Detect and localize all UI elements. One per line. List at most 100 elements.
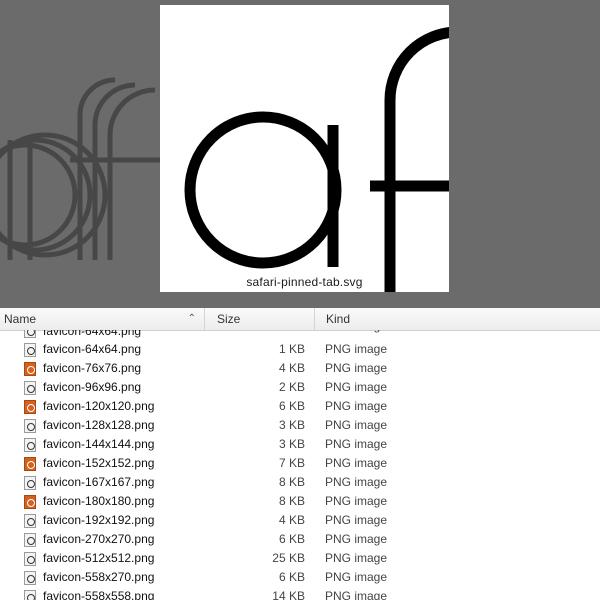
file-kind: PNG image (325, 380, 388, 394)
file-name-cell: favicon-152x152.png (0, 454, 205, 473)
file-size: 6 KB (278, 570, 305, 584)
file-size: 6 KB (278, 399, 305, 413)
file-row[interactable]: favicon-64x64.png PNG image (0, 330, 600, 340)
file-name: favicon-96x96.png (43, 380, 142, 394)
file-name-cell: favicon-192x192.png (0, 511, 205, 530)
file-kind: PNG image (325, 475, 388, 489)
file-row[interactable]: favicon-128x128.png 3 KB PNG image (0, 416, 600, 435)
file-name: favicon-152x152.png (43, 456, 155, 470)
file-name: favicon-192x192.png (43, 513, 155, 527)
file-size: 14 KB (272, 589, 305, 600)
file-name-cell: favicon-128x128.png (0, 416, 205, 435)
file-size: 3 KB (278, 437, 305, 451)
png-file-icon (24, 437, 36, 452)
file-rows: favicon-64x64.pngPNG imagefavicon-64x64.… (0, 330, 600, 600)
file-name-cell: favicon-512x512.png (0, 549, 205, 568)
preview-card: safari-pinned-tab.svg (160, 5, 449, 292)
file-name: favicon-512x512.png (43, 551, 155, 565)
file-name: favicon-64x64.png (43, 330, 142, 338)
file-kind: PNG image (315, 330, 600, 340)
png-file-icon (24, 494, 36, 509)
file-row[interactable]: favicon-144x144.png 3 KB PNG image (0, 435, 600, 454)
png-file-icon (24, 589, 36, 600)
file-name-cell: favicon-180x180.png (0, 492, 205, 511)
preview-filename: safari-pinned-tab.svg (246, 275, 363, 289)
file-name: favicon-128x128.png (43, 418, 155, 432)
column-header-size[interactable]: Size (205, 308, 315, 330)
file-size: 7 KB (278, 456, 305, 470)
file-size: 2 KB (278, 380, 305, 394)
png-file-icon (24, 399, 36, 414)
ghost-logo-image (0, 77, 165, 260)
file-name-cell: favicon-76x76.png (0, 359, 205, 378)
file-name-cell: favicon-167x167.png (0, 473, 205, 492)
file-kind: PNG image (325, 570, 388, 584)
png-file-icon (24, 418, 36, 433)
file-row[interactable]: favicon-512x512.png 25 KB PNG image (0, 549, 600, 568)
file-row[interactable]: favicon-167x167.png 8 KB PNG image (0, 473, 600, 492)
file-row[interactable]: favicon-180x180.png 8 KB PNG image (0, 492, 600, 511)
file-name: favicon-180x180.png (43, 494, 155, 508)
png-file-icon (24, 475, 36, 490)
file-size (205, 330, 315, 340)
file-row[interactable]: favicon-76x76.png 4 KB PNG image (0, 359, 600, 378)
png-file-icon (24, 513, 36, 528)
file-kind: PNG image (325, 361, 388, 375)
file-name-cell: favicon-144x144.png (0, 435, 205, 454)
file-row[interactable]: favicon-558x558.png 14 KB PNG image (0, 587, 600, 600)
file-list: Name ⌃ Size Kind favicon-64x64.png PNG im… (0, 308, 600, 600)
file-row[interactable]: favicon-558x270.png 6 KB PNG image (0, 568, 600, 587)
file-size: 6 KB (278, 532, 305, 546)
file-size: 8 KB (278, 494, 305, 508)
file-row[interactable]: favicon-270x270.png 6 KB PNG image (0, 530, 600, 549)
file-name-cell: favicon-64x64.png (0, 330, 205, 340)
column-header-name-label: Name (4, 312, 37, 326)
file-kind: PNG image (325, 494, 388, 508)
file-name: favicon-64x64.png (43, 342, 142, 356)
file-kind: PNG image (325, 589, 388, 600)
file-kind: PNG image (325, 399, 388, 413)
column-header-size-label: Size (217, 312, 241, 326)
png-file-icon (24, 570, 36, 585)
file-size: 8 KB (278, 475, 305, 489)
file-kind: PNG image (325, 513, 388, 527)
file-name: favicon-558x270.png (43, 570, 155, 584)
file-kind: PNG image (325, 532, 388, 546)
file-size: 3 KB (278, 418, 305, 432)
file-name-cell: favicon-96x96.png (0, 378, 205, 397)
file-name: favicon-270x270.png (43, 532, 155, 546)
column-header-kind[interactable]: Kind (315, 308, 600, 330)
quicklook-preview: safari-pinned-tab.svg (0, 0, 600, 308)
file-row[interactable]: favicon-192x192.png 4 KB PNG image (0, 511, 600, 530)
file-name-cell: favicon-270x270.png (0, 530, 205, 549)
file-name: favicon-76x76.png (43, 361, 142, 375)
file-name: favicon-120x120.png (43, 399, 155, 413)
file-name-cell: favicon-64x64.png (0, 340, 205, 359)
file-kind: PNG image (325, 418, 388, 432)
file-name-cell: favicon-558x558.png (0, 587, 205, 600)
safari-pinned-tab-logo (184, 27, 449, 292)
file-row[interactable]: favicon-64x64.png 1 KB PNG image (0, 340, 600, 359)
png-file-icon (24, 380, 36, 395)
png-file-icon (24, 330, 36, 338)
file-size: 1 KB (278, 342, 305, 356)
file-row[interactable]: favicon-152x152.png 7 KB PNG image (0, 454, 600, 473)
column-header-name[interactable]: Name ⌃ (0, 308, 205, 330)
file-name: favicon-167x167.png (43, 475, 155, 489)
file-name-cell: favicon-558x270.png (0, 568, 205, 587)
file-name: favicon-558x558.png (43, 589, 155, 600)
file-kind: PNG image (325, 437, 388, 451)
chevron-up-icon: ⌃ (187, 313, 196, 324)
file-row[interactable]: favicon-120x120.png 6 KB PNG image (0, 397, 600, 416)
png-file-icon (24, 342, 36, 357)
file-row[interactable]: favicon-96x96.png 2 KB PNG image (0, 378, 600, 397)
png-file-icon (24, 532, 36, 547)
png-file-icon (24, 551, 36, 566)
file-size: 4 KB (278, 361, 305, 375)
file-size: 25 KB (272, 551, 305, 565)
file-size: 4 KB (278, 513, 305, 527)
png-file-icon (24, 456, 36, 471)
column-header-kind-label: Kind (326, 312, 351, 326)
file-kind: PNG image (325, 342, 388, 356)
file-name-cell: favicon-120x120.png (0, 397, 205, 416)
